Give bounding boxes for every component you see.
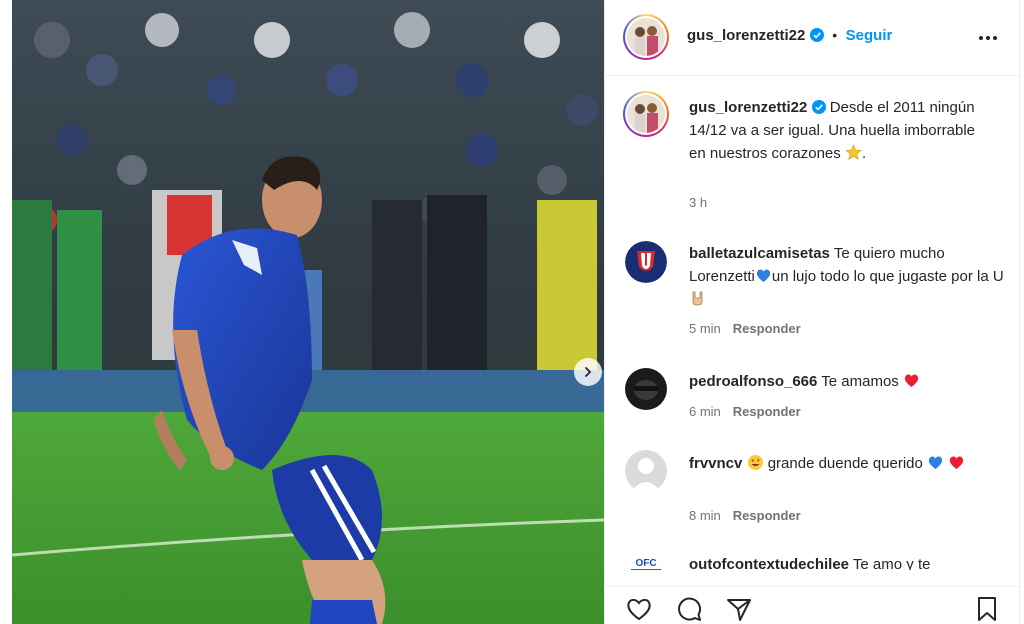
star-emoji-icon xyxy=(845,144,862,161)
comment-username[interactable]: frvvncv xyxy=(689,455,742,472)
verified-badge-icon xyxy=(811,100,826,114)
caption-meta: 3 h xyxy=(689,195,707,210)
post-side-panel: gus_lorenzetti22 • Seguir gus_lorenzetti… xyxy=(604,0,1021,624)
caption-username[interactable]: gus_lorenzetti22 xyxy=(689,99,807,116)
separator-dot: • xyxy=(832,27,838,43)
comment-time: 5 min xyxy=(689,321,721,336)
comment-avatar[interactable] xyxy=(625,241,667,283)
football-player-photo xyxy=(12,0,604,624)
comment-button[interactable] xyxy=(675,595,705,624)
comment-icon xyxy=(678,597,702,621)
reply-button[interactable]: Responder xyxy=(733,508,801,523)
profile-photo-icon xyxy=(627,95,665,133)
blue-heart-emoji-icon xyxy=(927,454,944,471)
comment-time: 8 min xyxy=(689,508,721,523)
caption-avatar[interactable] xyxy=(623,91,669,137)
comment-avatar[interactable]: OFC xyxy=(625,552,667,570)
author-avatar[interactable] xyxy=(623,14,669,60)
author-username[interactable]: gus_lorenzetti22 xyxy=(687,27,805,44)
post-actions-bar xyxy=(605,586,1021,624)
comment-meta: 6 min Responder xyxy=(689,404,801,419)
share-icon xyxy=(727,599,751,621)
ofc-logo-icon: OFC xyxy=(625,552,667,570)
like-button[interactable] xyxy=(625,595,655,624)
club-logo-icon xyxy=(625,241,667,283)
profile-photo-icon xyxy=(625,368,667,410)
default-avatar-icon xyxy=(625,450,667,492)
comment-avatar[interactable] xyxy=(625,450,667,492)
svg-text:OFC: OFC xyxy=(635,558,656,569)
red-heart-emoji-icon xyxy=(948,454,965,471)
comment-username[interactable]: pedroalfonso_666 xyxy=(689,373,817,390)
comment-text-part: Te amo y te xyxy=(852,556,931,570)
bookmark-icon xyxy=(978,597,996,621)
comment-text-part: Te amamos xyxy=(821,373,899,390)
comment-text: pedroalfonso_666 Te amamos xyxy=(689,370,1005,393)
comment-time: 6 min xyxy=(689,404,721,419)
reply-button[interactable]: Responder xyxy=(733,321,801,336)
share-button[interactable] xyxy=(725,595,755,624)
comment-text-part: un lujo todo lo que jugaste por la U xyxy=(771,268,1004,285)
comment-text: balletazulcamisetas Te quiero mucho Lore… xyxy=(689,242,1005,311)
rock-hand-emoji-icon xyxy=(689,290,706,307)
comment-meta: 8 min Responder xyxy=(689,508,801,523)
comment-username[interactable]: balletazulcamisetas xyxy=(689,245,830,262)
comment-text-part: grande duende querido xyxy=(767,455,923,472)
comment-text: outofcontextudechilee Te amo y te xyxy=(689,553,1005,570)
post-header: gus_lorenzetti22 • Seguir xyxy=(605,0,1021,76)
comment-username[interactable]: outofcontextudechilee xyxy=(689,556,849,570)
verified-badge-icon xyxy=(809,28,824,42)
next-image-button[interactable] xyxy=(574,358,602,386)
save-button[interactable] xyxy=(973,595,1003,624)
caption-time: 3 h xyxy=(689,195,708,210)
more-options-icon xyxy=(979,36,997,40)
comments-list[interactable]: gus_lorenzetti22 Desde el 2011 ningún 14… xyxy=(605,77,1021,570)
profile-photo-icon xyxy=(627,18,665,56)
heart-eyes-emoji-icon xyxy=(747,454,764,471)
post-image[interactable] xyxy=(12,0,604,624)
red-heart-emoji-icon xyxy=(903,372,920,389)
comment-meta: 5 min Responder xyxy=(689,321,801,336)
more-options-button[interactable] xyxy=(977,28,999,48)
follow-button[interactable]: Seguir xyxy=(846,27,893,44)
comment-avatar[interactable] xyxy=(625,368,667,410)
comment-text: frvvncv grande duende querido xyxy=(689,452,1005,475)
post-caption: gus_lorenzetti22 Desde el 2011 ningún 14… xyxy=(689,99,976,162)
chevron-right-icon xyxy=(585,367,592,377)
reply-button[interactable]: Responder xyxy=(733,404,801,419)
heart-icon xyxy=(627,598,651,621)
blue-heart-emoji-icon xyxy=(755,267,772,284)
